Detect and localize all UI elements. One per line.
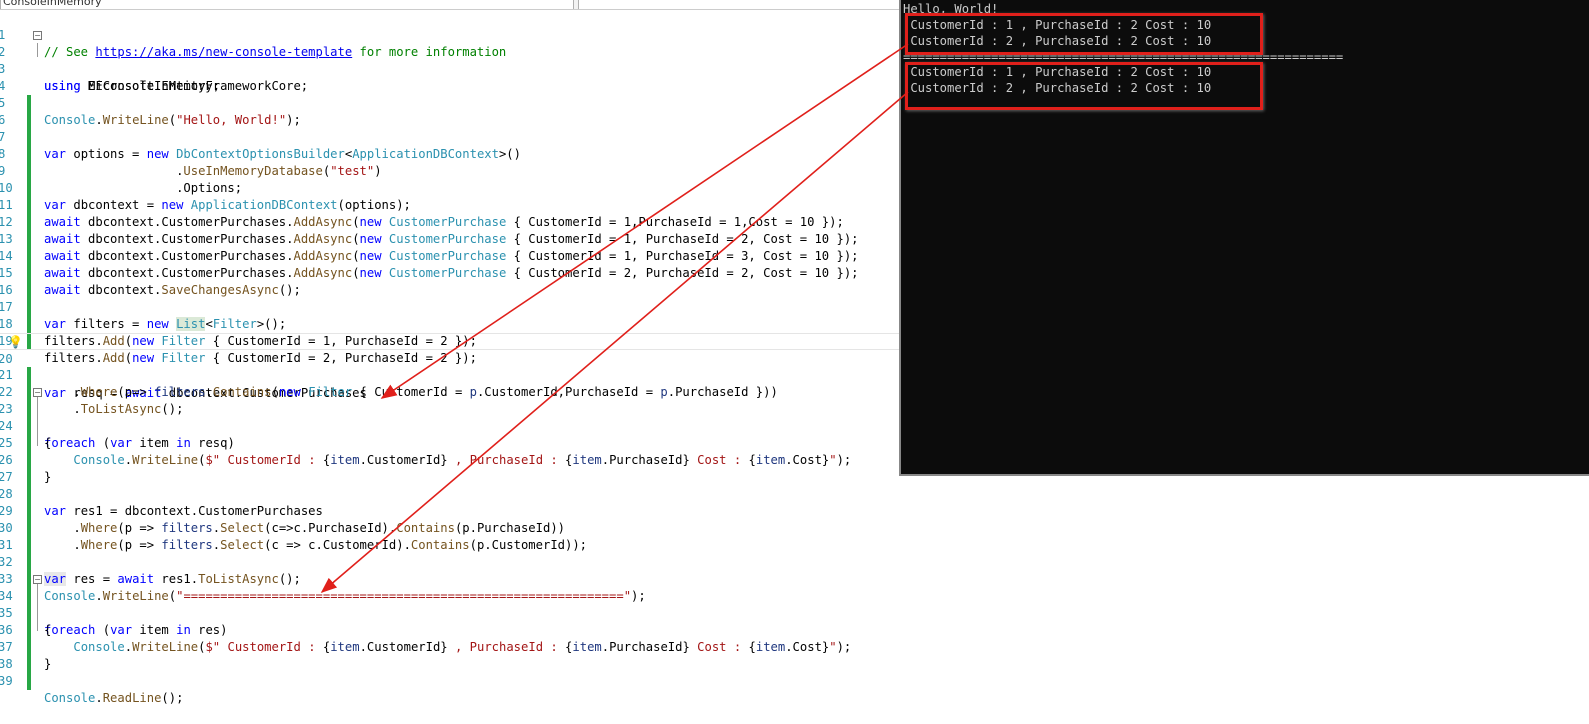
code-line: 11 await dbcontext.CustomerPurchases.Add… <box>0 197 844 229</box>
code-line: 5 Console.WriteLine("Hello, World!"); <box>0 95 301 127</box>
code-line: 39 Console.ReadLine(); <box>0 673 184 705</box>
code-line: 37 } <box>0 639 52 671</box>
code-line: 17 var filters = new List<Filter>(); <box>0 299 287 331</box>
collapse-icon[interactable]: − <box>33 388 42 397</box>
collapse-icon[interactable]: − <box>33 575 42 584</box>
code-line: 25 Console.WriteLine($" CustomerId : {it… <box>0 435 852 467</box>
code-line: 24 { <box>0 418 52 450</box>
code-line: 34 − foreach (var item in res) <box>0 575 228 637</box>
code-line: 6 <box>0 95 900 129</box>
code-line: 28 var res1 = dbcontext.CustomerPurchase… <box>0 486 323 518</box>
code-line: 22 .ToListAsync(); <box>0 384 184 416</box>
collapse-icon[interactable]: − <box>33 31 42 40</box>
code-line: 8 .UseInMemoryDatabase("test") <box>0 146 382 178</box>
project-dropdown[interactable]: ConsoleInMemory <box>0 0 574 9</box>
code-line: 9 .Options; <box>0 163 243 195</box>
code-line: 33 Console.WriteLine("==================… <box>0 571 646 603</box>
code-line: 16 <box>0 265 900 299</box>
code-line: 7 var options = new DbContextOptionsBuil… <box>0 129 521 161</box>
code-line: 19 filters.Add(new Filter { CustomerId =… <box>0 333 477 365</box>
code-line: 12 await dbcontext.CustomerPurchases.Add… <box>0 214 859 246</box>
code-line: 31 <box>0 520 900 554</box>
code-line: 38 <box>0 639 900 673</box>
lightbulb-icon[interactable]: 💡 <box>8 335 23 349</box>
member-dropdown[interactable] <box>578 0 900 9</box>
code-line: 32 var res = await res1.ToListAsync(); <box>0 554 301 586</box>
highlight-box <box>905 62 1263 110</box>
code-line: 29 .Where(p => filters.Select(c=>c.Purch… <box>0 503 565 535</box>
code-line: 26 } <box>0 452 52 484</box>
code-line: 1 // See https://aka.ms/new-console-temp… <box>0 28 507 59</box>
code-editor[interactable]: 1 // See https://aka.ms/new-console-temp… <box>0 10 900 705</box>
code-line: 23 − foreach (var item in resq) <box>0 388 235 450</box>
code-line: 30 .Where(p => filters.Select(c => c.Cus… <box>0 520 588 552</box>
code-line: 10 var dbcontext = new ApplicationDBCont… <box>0 180 411 212</box>
code-line: 18 filters.Add(new Filter { CustomerId =… <box>0 316 477 348</box>
code-line: 27 <box>0 452 900 486</box>
editor-navigation-bar: ConsoleInMemory <box>0 0 900 10</box>
code-line: 36 Console.WriteLine($" CustomerId : {it… <box>0 622 852 654</box>
code-line: 14 await dbcontext.CustomerPurchases.Add… <box>0 248 859 280</box>
code-line: 15 await dbcontext.SaveChangesAsync(); <box>0 265 301 297</box>
code-line: 4 <box>0 61 900 93</box>
line-number: 39 <box>0 674 13 688</box>
code-line: 35 { <box>0 605 52 637</box>
console-window[interactable]: Hello, World! CustomerId : 1 , PurchaseI… <box>899 0 1589 476</box>
highlight-box <box>905 13 1263 55</box>
code-line: 2 − using EFConsoleInMemory; <box>0 31 221 93</box>
code-line-current: 20 💡 var resq = await dbcontext.Customer… <box>0 333 900 400</box>
code-line: 21 .Where(p=> filters.Contains(new Filte… <box>0 367 778 399</box>
code-line: 13 await dbcontext.CustomerPurchases.Add… <box>0 231 859 263</box>
code-line: 3 using Microsoft.EntityFrameworkCore; <box>0 62 309 93</box>
